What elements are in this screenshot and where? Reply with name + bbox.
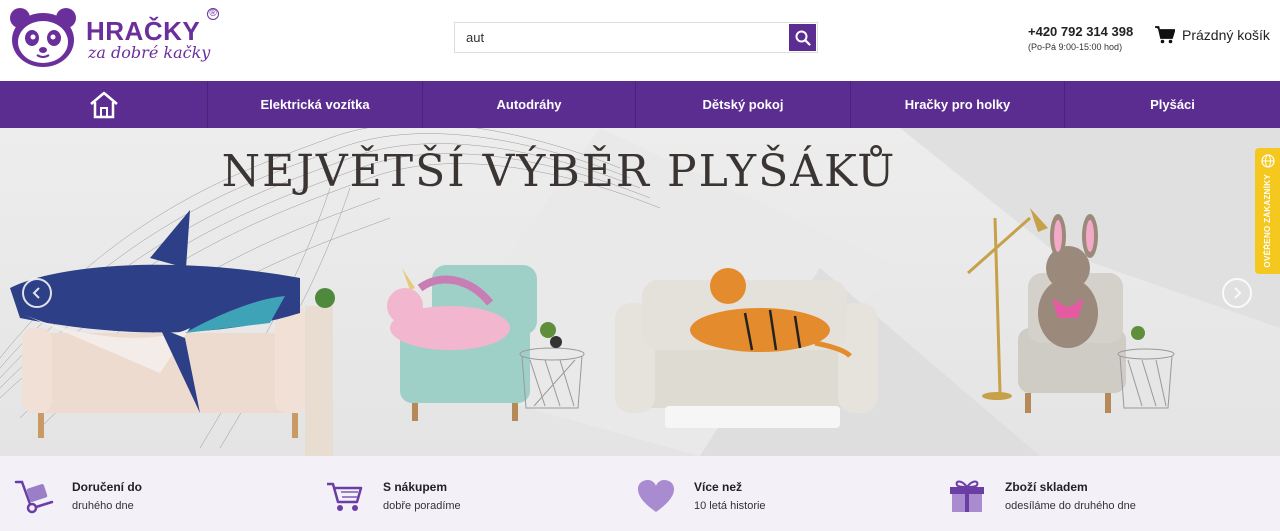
feature-delivery-sub: druhého dne [72, 500, 134, 512]
feature-history: Více než 10 letá historie [622, 456, 933, 531]
main-nav: Elektrická vozítka Autodráhy Dětský poko… [0, 81, 1280, 128]
registered-mark: ® [207, 8, 219, 20]
nav-item-detsky-pokoj[interactable]: Dětský pokoj [636, 81, 851, 128]
panda-logo-icon [10, 8, 76, 67]
search-input[interactable] [455, 23, 789, 52]
delivery-icon [14, 480, 54, 514]
arrow-right-icon [1234, 287, 1242, 299]
header: HRAČKY ® za dobré kačky +420 792 314 398… [0, 0, 1280, 81]
features-bar: Doručení do druhého dne S nákupem dobře … [0, 456, 1280, 531]
feature-history-sub: 10 letá historie [694, 500, 766, 512]
hero-banner[interactable]: NEJVĚTŠÍ VÝBĚR PLYŠÁKŮ [0, 128, 1280, 456]
feature-stock-sub: odesíláme do druhého dne [1005, 500, 1136, 512]
feature-history-title: Více než [694, 480, 743, 494]
contact-phone[interactable]: +420 792 314 398 (Po-Pá 9:00-15:00 hod) [1028, 24, 1133, 52]
brand-subtitle: za dobré kačky [88, 43, 211, 62]
logo[interactable]: HRAČKY ® za dobré kačky [8, 6, 223, 68]
cart-label: Prázdný košík [1182, 27, 1270, 43]
cart-icon [1155, 26, 1175, 44]
badge-label: OVĚŘENO ZÁKAZNÍKY [1263, 174, 1272, 268]
feature-advice-sub: dobře poradíme [383, 500, 461, 512]
phone-hours: (Po-Pá 9:00-15:00 hod) [1028, 42, 1123, 52]
nav-item-hracky-pro-holky[interactable]: Hračky pro holky [851, 81, 1065, 128]
search-button[interactable] [789, 24, 816, 51]
feature-delivery-title: Doručení do [72, 480, 143, 494]
globe-icon [1260, 154, 1275, 168]
search-box [454, 22, 818, 53]
home-icon [89, 91, 118, 118]
feature-delivery: Doručení do druhého dne [0, 456, 311, 531]
search-icon [795, 30, 811, 46]
verified-customers-badge[interactable]: OVĚŘENO ZÁKAZNÍKY [1255, 148, 1280, 274]
nav-item-plysaci[interactable]: Plyšáci [1065, 81, 1280, 128]
nav-item-autodrahy[interactable]: Autodráhy [423, 81, 636, 128]
cart-icon [327, 482, 363, 511]
cart-link[interactable]: Prázdný košík [1155, 26, 1270, 44]
nav-item-elektricka-vozitka[interactable]: Elektrická vozítka [208, 81, 423, 128]
phone-number[interactable]: +420 792 314 398 [1028, 24, 1133, 39]
heart-icon [638, 480, 674, 512]
banner-prev-button[interactable] [22, 278, 52, 308]
gift-icon [950, 480, 984, 512]
nav-home[interactable] [0, 81, 208, 128]
feature-advice-title: S nákupem [383, 480, 448, 494]
feature-advice: S nákupem dobře poradíme [311, 456, 622, 531]
arrow-left-icon [32, 287, 40, 299]
feature-stock-title: Zboží skladem [1005, 480, 1088, 494]
feature-stock: Zboží skladem odesíláme do druhého dne [933, 456, 1280, 531]
banner-next-button[interactable] [1222, 278, 1252, 308]
banner-title: NEJVĚTŠÍ VÝBĚR PLYŠÁKŮ [221, 146, 897, 197]
